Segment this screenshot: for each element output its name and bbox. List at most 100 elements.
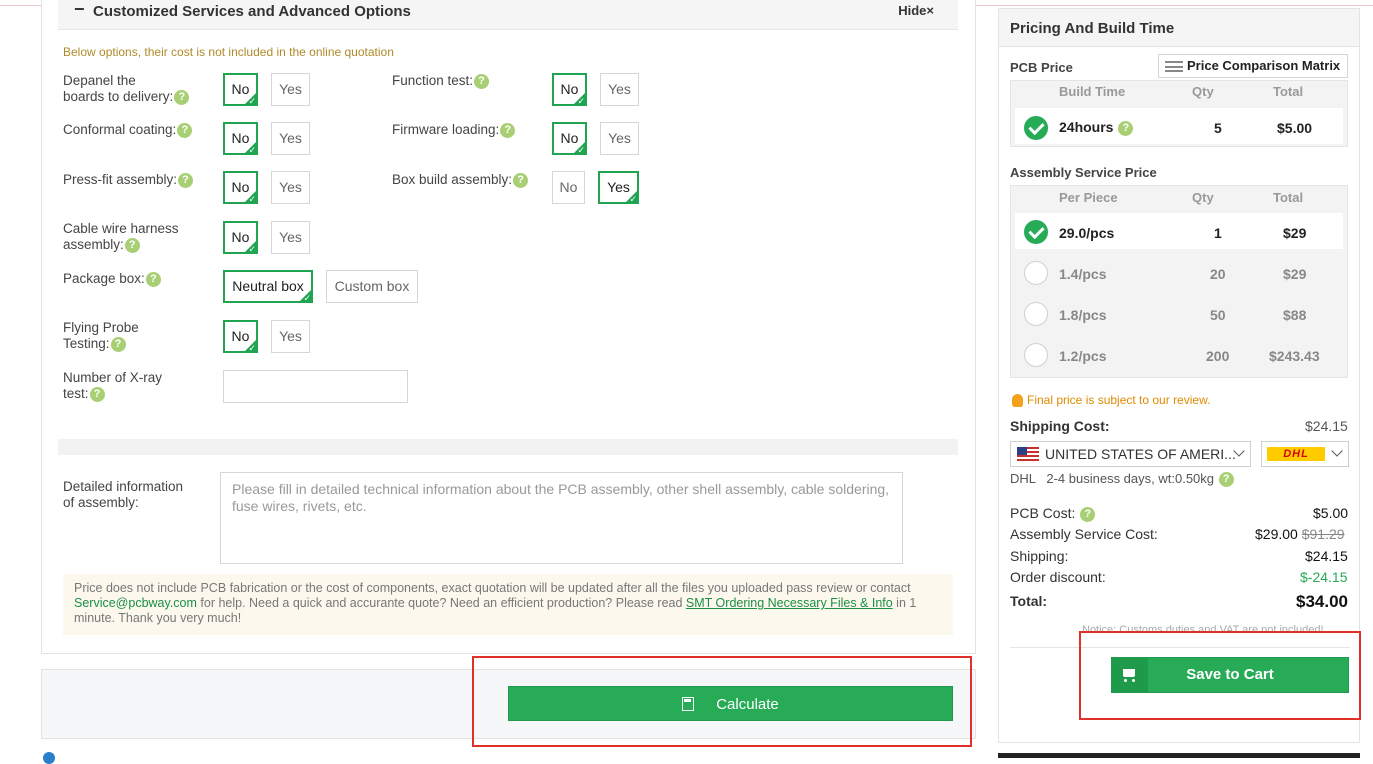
boxbuild-label: Box build assembly:? <box>392 172 529 188</box>
dhl-logo: DHL <box>1267 447 1325 461</box>
service-email-link[interactable]: Service@pcbway.com <box>74 596 197 610</box>
help-icon[interactable]: ? <box>174 89 190 105</box>
cable-yes-option[interactable]: Yes <box>271 221 310 254</box>
detail-label: Detailed information of assembly: <box>63 479 184 510</box>
firmware-no-option[interactable]: No <box>552 122 587 156</box>
firmware-yes-option[interactable]: Yes <box>600 122 639 155</box>
help-icon[interactable]: ? <box>500 122 516 138</box>
pcb-row-check-icon[interactable] <box>1024 116 1048 140</box>
total-label: Total: <box>1010 593 1048 609</box>
highlight-save-cart <box>1079 631 1361 720</box>
function-test-no-option[interactable]: No <box>552 73 587 107</box>
pcb-price-label: PCB Price <box>1010 60 1073 75</box>
boxbuild-no-option[interactable]: No <box>552 171 585 204</box>
discount-value: $-24.15 <box>1300 569 1348 585</box>
shipping-cost-label: Shipping Cost: <box>1010 418 1110 434</box>
flying-probe-label: Flying Probe Testing:? <box>63 320 139 352</box>
delivery-info: DHL 2-4 business days, wt:0.50kg ? <box>1010 471 1234 488</box>
price-matrix-button[interactable]: Price Comparison Matrix <box>1158 54 1348 78</box>
asm-row-3-radio[interactable] <box>1024 302 1048 326</box>
package-neutral-option[interactable]: Neutral box <box>223 270 313 304</box>
cable-label: Cable wire harness assembly:? <box>63 221 179 253</box>
detail-textarea[interactable]: Please fill in detailed technical inform… <box>220 472 903 564</box>
pressfit-yes-option[interactable]: Yes <box>271 171 310 204</box>
depanel-no-option[interactable]: No <box>223 73 258 107</box>
package-custom-option[interactable]: Custom box <box>326 270 418 303</box>
asm-cost-value: $29.00 $91.29 <box>1255 526 1345 542</box>
pricing-header: Pricing And Build Time <box>999 9 1359 47</box>
pressfit-no-option[interactable]: No <box>223 171 258 205</box>
asm-row-1-check-icon[interactable] <box>1024 220 1048 244</box>
help-icon[interactable]: ? <box>178 172 194 188</box>
bottom-bar <box>998 753 1360 758</box>
help-icon[interactable]: ? <box>1118 120 1134 136</box>
help-icon[interactable]: ? <box>1080 506 1096 522</box>
asm-row-4-total: $243.43 <box>1269 348 1320 364</box>
pcb-build-time: 24hours ? <box>1059 119 1134 136</box>
asm-row-3-qty: 50 <box>1210 307 1226 323</box>
price-note: Price does not include PCB fabrication o… <box>63 574 953 635</box>
pcb-cost-value: $5.00 <box>1313 505 1349 521</box>
pcb-header-qty: Qty <box>1192 84 1214 99</box>
asm-cost-old: $91.29 <box>1301 526 1345 542</box>
conformal-no-option[interactable]: No <box>223 122 258 156</box>
cost-note: Below options, their cost is not include… <box>63 45 394 59</box>
pcb-header-total: Total <box>1273 84 1304 99</box>
pcb-cost-label: PCB Cost: ? <box>1010 505 1096 522</box>
highlight-calculate <box>472 656 972 747</box>
asm-row-4-radio[interactable] <box>1024 343 1048 367</box>
collapse-icon[interactable]: − <box>74 0 85 20</box>
close-icon[interactable]: × <box>926 3 934 18</box>
bottom-info <box>43 750 973 764</box>
country-select[interactable]: UNITED STATES OF AMERI... <box>1010 441 1251 467</box>
shipping-value: $24.15 <box>1305 548 1348 564</box>
xray-count-input[interactable] <box>223 370 408 403</box>
help-icon[interactable]: ? <box>89 386 105 402</box>
asm-header-qty: Qty <box>1192 190 1214 205</box>
function-test-yes-option[interactable]: Yes <box>600 73 639 106</box>
package-label: Package box:? <box>63 271 161 287</box>
help-icon[interactable]: ? <box>110 336 126 352</box>
asm-row-2-radio[interactable] <box>1024 261 1048 285</box>
firmware-label: Firmware loading:? <box>392 122 516 138</box>
help-icon[interactable]: ? <box>1218 472 1234 488</box>
asm-header-total: Total <box>1273 190 1304 205</box>
help-icon[interactable]: ? <box>474 73 490 89</box>
help-icon[interactable]: ? <box>177 122 193 138</box>
help-icon[interactable]: ? <box>145 271 161 287</box>
section-title: Customized Services and Advanced Options <box>93 3 411 20</box>
asm-row-1-total: $29 <box>1283 225 1307 241</box>
smt-files-link[interactable]: SMT Ordering Necessary Files & Info <box>686 596 893 610</box>
asm-row-2-total: $29 <box>1283 266 1307 282</box>
conformal-label: Conformal coating:? <box>63 122 193 138</box>
asm-row-1-qty: 1 <box>1214 225 1222 241</box>
asm-row-3-per: 1.8/pcs <box>1059 307 1107 323</box>
shipping-label: Shipping: <box>1010 548 1069 564</box>
asm-row-1-per: 29.0/pcs <box>1059 225 1115 241</box>
chevron-down-icon <box>1331 445 1343 457</box>
boxbuild-yes-option[interactable]: Yes <box>598 171 639 205</box>
discount-label: Order discount: <box>1010 569 1106 585</box>
xray-label: Number of X-ray test:? <box>63 370 163 402</box>
final-price-note: Final price is subject to our review. <box>1012 393 1210 408</box>
function-test-label: Function test:? <box>392 73 490 89</box>
depanel-yes-option[interactable]: Yes <box>271 73 310 106</box>
help-icon[interactable]: ? <box>124 237 140 253</box>
cable-no-option[interactable]: No <box>223 221 258 255</box>
asm-cost-label: Assembly Service Cost: <box>1010 526 1158 542</box>
conformal-yes-option[interactable]: Yes <box>271 122 310 155</box>
carrier-select[interactable]: DHL <box>1261 441 1349 467</box>
flying-no-option[interactable]: No <box>223 320 258 354</box>
asm-row-3-total: $88 <box>1283 307 1307 323</box>
flying-yes-option[interactable]: Yes <box>271 320 310 353</box>
asm-row-4-per: 1.2/pcs <box>1059 348 1107 364</box>
shipping-cost-value: $24.15 <box>1305 418 1348 434</box>
pcb-qty: 5 <box>1214 120 1222 136</box>
list-icon <box>1165 61 1183 72</box>
section-header[interactable]: − Customized Services and Advanced Optio… <box>58 0 958 30</box>
hide-toggle[interactable]: Hide× <box>898 3 934 18</box>
help-icon[interactable]: ? <box>513 172 529 188</box>
pricing-title: Pricing And Build Time <box>1010 20 1175 37</box>
assembly-price-label: Assembly Service Price <box>1010 165 1157 180</box>
depanel-label: Depanel the boards to delivery:? <box>63 73 190 105</box>
